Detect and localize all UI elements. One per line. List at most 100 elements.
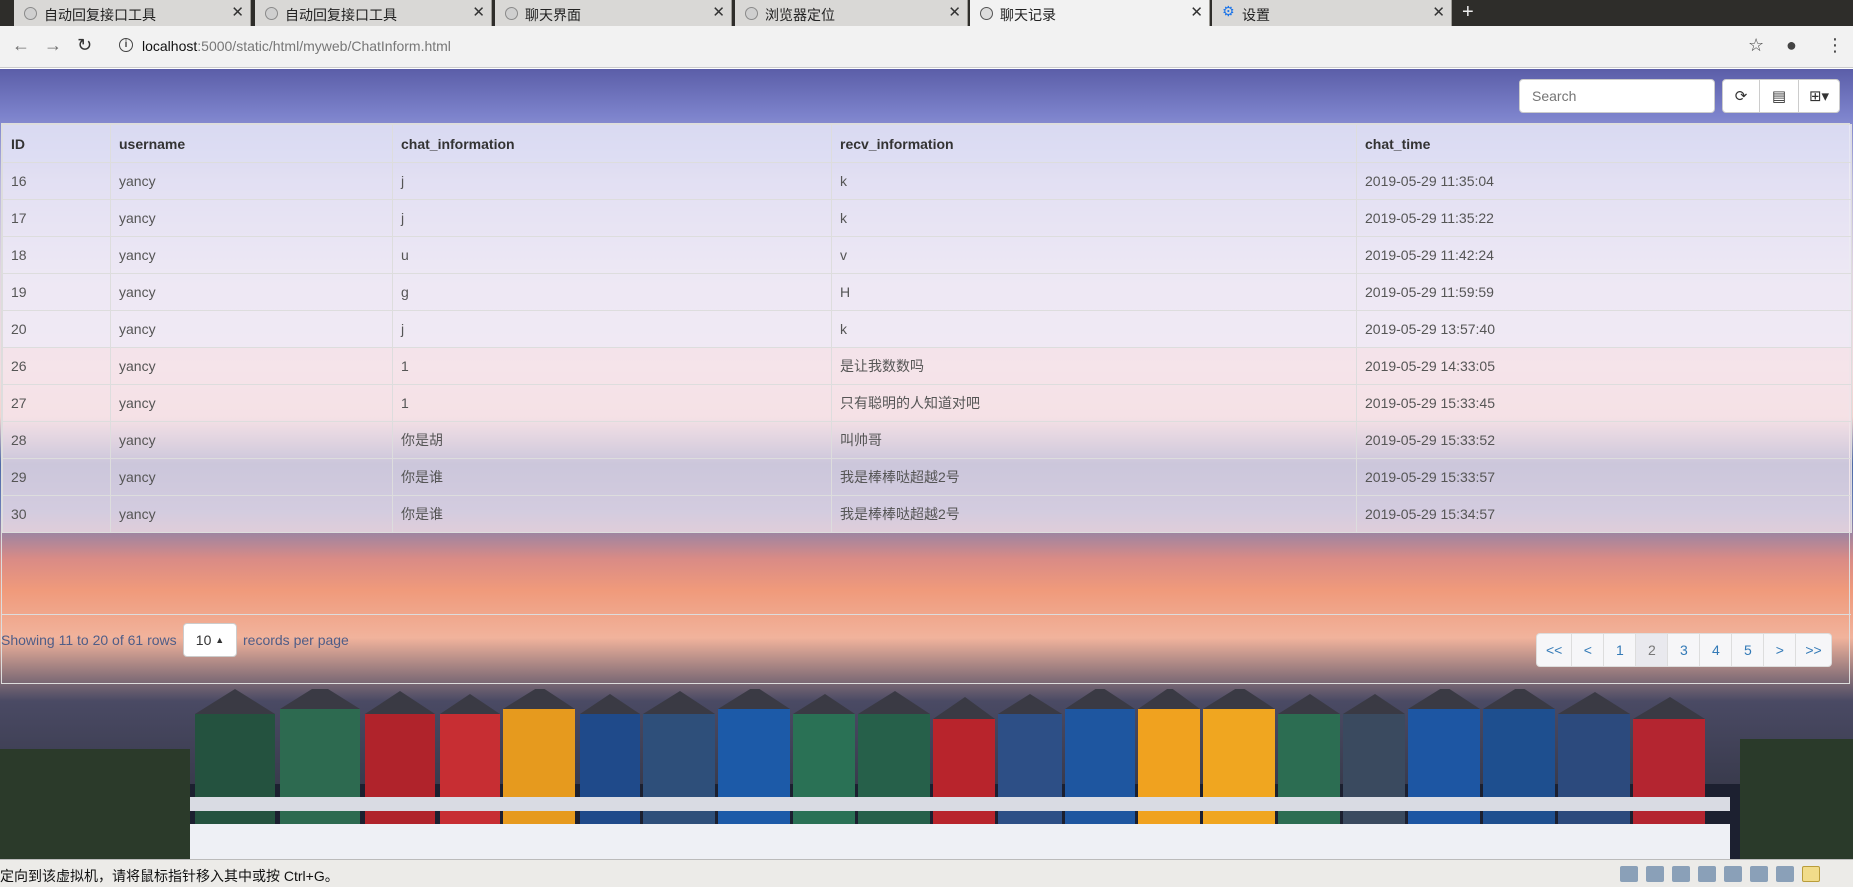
table-row[interactable]: 17 yancy j k 2019-05-29 11:35:22 — [2, 199, 1852, 237]
page-last-button[interactable]: >> — [1795, 633, 1832, 667]
refresh-button[interactable]: ⟳ — [1722, 79, 1760, 113]
tab-title: 设置 — [1242, 7, 1270, 23]
vm-status-message: 定向到该虚拟机，请将鼠标指针移入其中或按 Ctrl+G。 — [0, 868, 339, 884]
cell-username: yancy — [110, 162, 393, 200]
bookmark-star-icon[interactable]: ☆ — [1748, 35, 1764, 56]
cell-chat-information: 你是谁 — [392, 495, 832, 533]
cell-chat-information: j — [392, 199, 832, 237]
reload-icon[interactable]: ↻ — [77, 35, 92, 56]
page-1-button[interactable]: 1 — [1603, 633, 1637, 667]
page-5-button[interactable]: 5 — [1731, 633, 1765, 667]
cell-username: yancy — [110, 236, 393, 274]
site-info-icon[interactable]: i — [119, 38, 133, 52]
close-icon[interactable]: ✕ — [948, 3, 961, 21]
table-row[interactable]: 26 yancy 1 是让我数数吗 2019-05-29 14:33:05 — [2, 347, 1852, 385]
printer-icon[interactable] — [1698, 866, 1716, 882]
list-view-icon: ▤ — [1771, 88, 1787, 105]
close-icon[interactable]: ✕ — [472, 3, 485, 21]
tab-title: 自动回复接口工具 — [285, 7, 397, 23]
cell-id: 20 — [2, 310, 111, 348]
close-icon[interactable]: ✕ — [1432, 3, 1445, 21]
columns-dropdown-button[interactable]: ⊞▾ — [1798, 79, 1840, 113]
browser-tab[interactable]: 自动回复接口工具 ✕ — [255, 0, 492, 26]
page-2-button[interactable]: 2 — [1635, 633, 1669, 667]
table-row[interactable]: 30 yancy 你是谁 我是棒棒哒超越2号 2019-05-29 15:34:… — [2, 495, 1852, 533]
table-row[interactable]: 18 yancy u v 2019-05-29 11:42:24 — [2, 236, 1852, 274]
table-row[interactable]: 28 yancy 你是胡 叫帅哥 2019-05-29 15:33:52 — [2, 421, 1852, 459]
account-icon[interactable]: ● — [1786, 35, 1797, 56]
cell-recv-information: v — [831, 236, 1357, 274]
browser-tab-strip: 自动回复接口工具 ✕ 自动回复接口工具 ✕ 聊天界面 ✕ 浏览器定位 ✕ 聊天记… — [0, 0, 1853, 26]
table-row[interactable]: 20 yancy j k 2019-05-29 13:57:40 — [2, 310, 1852, 348]
toggle-view-button[interactable]: ▤ — [1759, 79, 1799, 113]
page-4-button[interactable]: 4 — [1699, 633, 1733, 667]
page-first-button[interactable]: << — [1536, 633, 1573, 667]
network-icon[interactable] — [1672, 866, 1690, 882]
cell-chat-time: 2019-05-29 15:33:45 — [1356, 384, 1852, 422]
chat-records-table: ID username chat_information recv_inform… — [2, 124, 1852, 533]
pagination: << < 1 2 3 4 5 > >> — [1536, 633, 1832, 667]
table-row[interactable]: 27 yancy 1 只有聪明的人知道对吧 2019-05-29 15:33:4… — [2, 384, 1852, 422]
cell-recv-information: k — [831, 199, 1357, 237]
column-header-id[interactable]: ID — [2, 124, 111, 163]
table-row[interactable]: 19 yancy g H 2019-05-29 11:59:59 — [2, 273, 1852, 311]
cell-chat-information: 你是谁 — [392, 458, 832, 496]
column-header-recv-information[interactable]: recv_information — [831, 124, 1357, 163]
cell-chat-information: 1 — [392, 347, 832, 385]
column-header-chat-information[interactable]: chat_information — [392, 124, 832, 163]
caret-up-icon: ▲ — [215, 635, 225, 645]
cell-chat-information: 1 — [392, 384, 832, 422]
cell-username: yancy — [110, 273, 393, 311]
cell-username: yancy — [110, 495, 393, 533]
cd-rom-icon[interactable] — [1646, 866, 1664, 882]
cell-recv-information: 我是棒棒哒超越2号 — [831, 458, 1357, 496]
hard-disk-icon[interactable] — [1620, 866, 1638, 882]
address-bar[interactable]: localhost:5000/static/html/myweb/ChatInf… — [142, 38, 451, 54]
cell-username: yancy — [110, 347, 393, 385]
forward-icon[interactable]: → — [44, 35, 62, 56]
cell-id: 18 — [2, 236, 111, 274]
cell-username: yancy — [110, 421, 393, 459]
sound-icon[interactable] — [1724, 866, 1742, 882]
tab-title: 聊天界面 — [525, 7, 581, 23]
cell-username: yancy — [110, 458, 393, 496]
new-tab-button[interactable]: + — [1462, 1, 1474, 24]
column-header-chat-time[interactable]: chat_time — [1356, 124, 1852, 163]
usb-icon[interactable] — [1750, 866, 1768, 882]
cell-username: yancy — [110, 199, 393, 237]
menu-icon[interactable]: ⋮ — [1826, 35, 1844, 56]
search-input[interactable] — [1519, 79, 1715, 113]
page-prev-button[interactable]: < — [1571, 633, 1605, 667]
close-icon[interactable]: ✕ — [231, 3, 244, 21]
close-icon[interactable]: ✕ — [1190, 3, 1203, 21]
cell-chat-time: 2019-05-29 15:33:52 — [1356, 421, 1852, 459]
cell-chat-time: 2019-05-29 11:35:04 — [1356, 162, 1852, 200]
back-icon[interactable]: ← — [12, 35, 30, 56]
page-3-button[interactable]: 3 — [1667, 633, 1701, 667]
browser-tab-active[interactable]: 聊天记录 ✕ — [970, 0, 1210, 26]
browser-tab[interactable]: 聊天界面 ✕ — [495, 0, 732, 26]
houses-background-image — [0, 689, 1853, 859]
vm-status-bar: 定向到该虚拟机，请将鼠标指针移入其中或按 Ctrl+G。 — [0, 859, 1853, 887]
table-row[interactable]: 16 yancy j k 2019-05-29 11:35:04 — [2, 162, 1852, 200]
message-log-icon[interactable] — [1802, 866, 1820, 882]
browser-tab[interactable]: 自动回复接口工具 ✕ — [14, 0, 251, 26]
table-row[interactable]: 29 yancy 你是谁 我是棒棒哒超越2号 2019-05-29 15:33:… — [2, 458, 1852, 496]
usb-icon[interactable] — [1776, 866, 1794, 882]
cell-chat-time: 2019-05-29 11:35:22 — [1356, 199, 1852, 237]
browser-toolbar: ← → ↻ i localhost:5000/static/html/myweb… — [0, 26, 1853, 68]
tab-title: 浏览器定位 — [765, 7, 835, 23]
cell-chat-time: 2019-05-29 15:34:57 — [1356, 495, 1852, 533]
tab-title: 自动回复接口工具 — [44, 7, 156, 23]
page-size-dropdown[interactable]: 10 ▲ — [183, 623, 237, 657]
close-icon[interactable]: ✕ — [712, 3, 725, 21]
browser-tab[interactable]: ⚙ 设置 ✕ — [1212, 0, 1452, 26]
globe-icon — [505, 7, 518, 20]
page-next-button[interactable]: > — [1763, 633, 1797, 667]
globe-icon — [24, 7, 37, 20]
cell-id: 28 — [2, 421, 111, 459]
url-host: localhost — [142, 38, 198, 54]
pagination-info: Showing 11 to 20 of 61 rows — [1, 632, 177, 648]
browser-tab[interactable]: 浏览器定位 ✕ — [735, 0, 968, 26]
column-header-username[interactable]: username — [110, 124, 393, 163]
